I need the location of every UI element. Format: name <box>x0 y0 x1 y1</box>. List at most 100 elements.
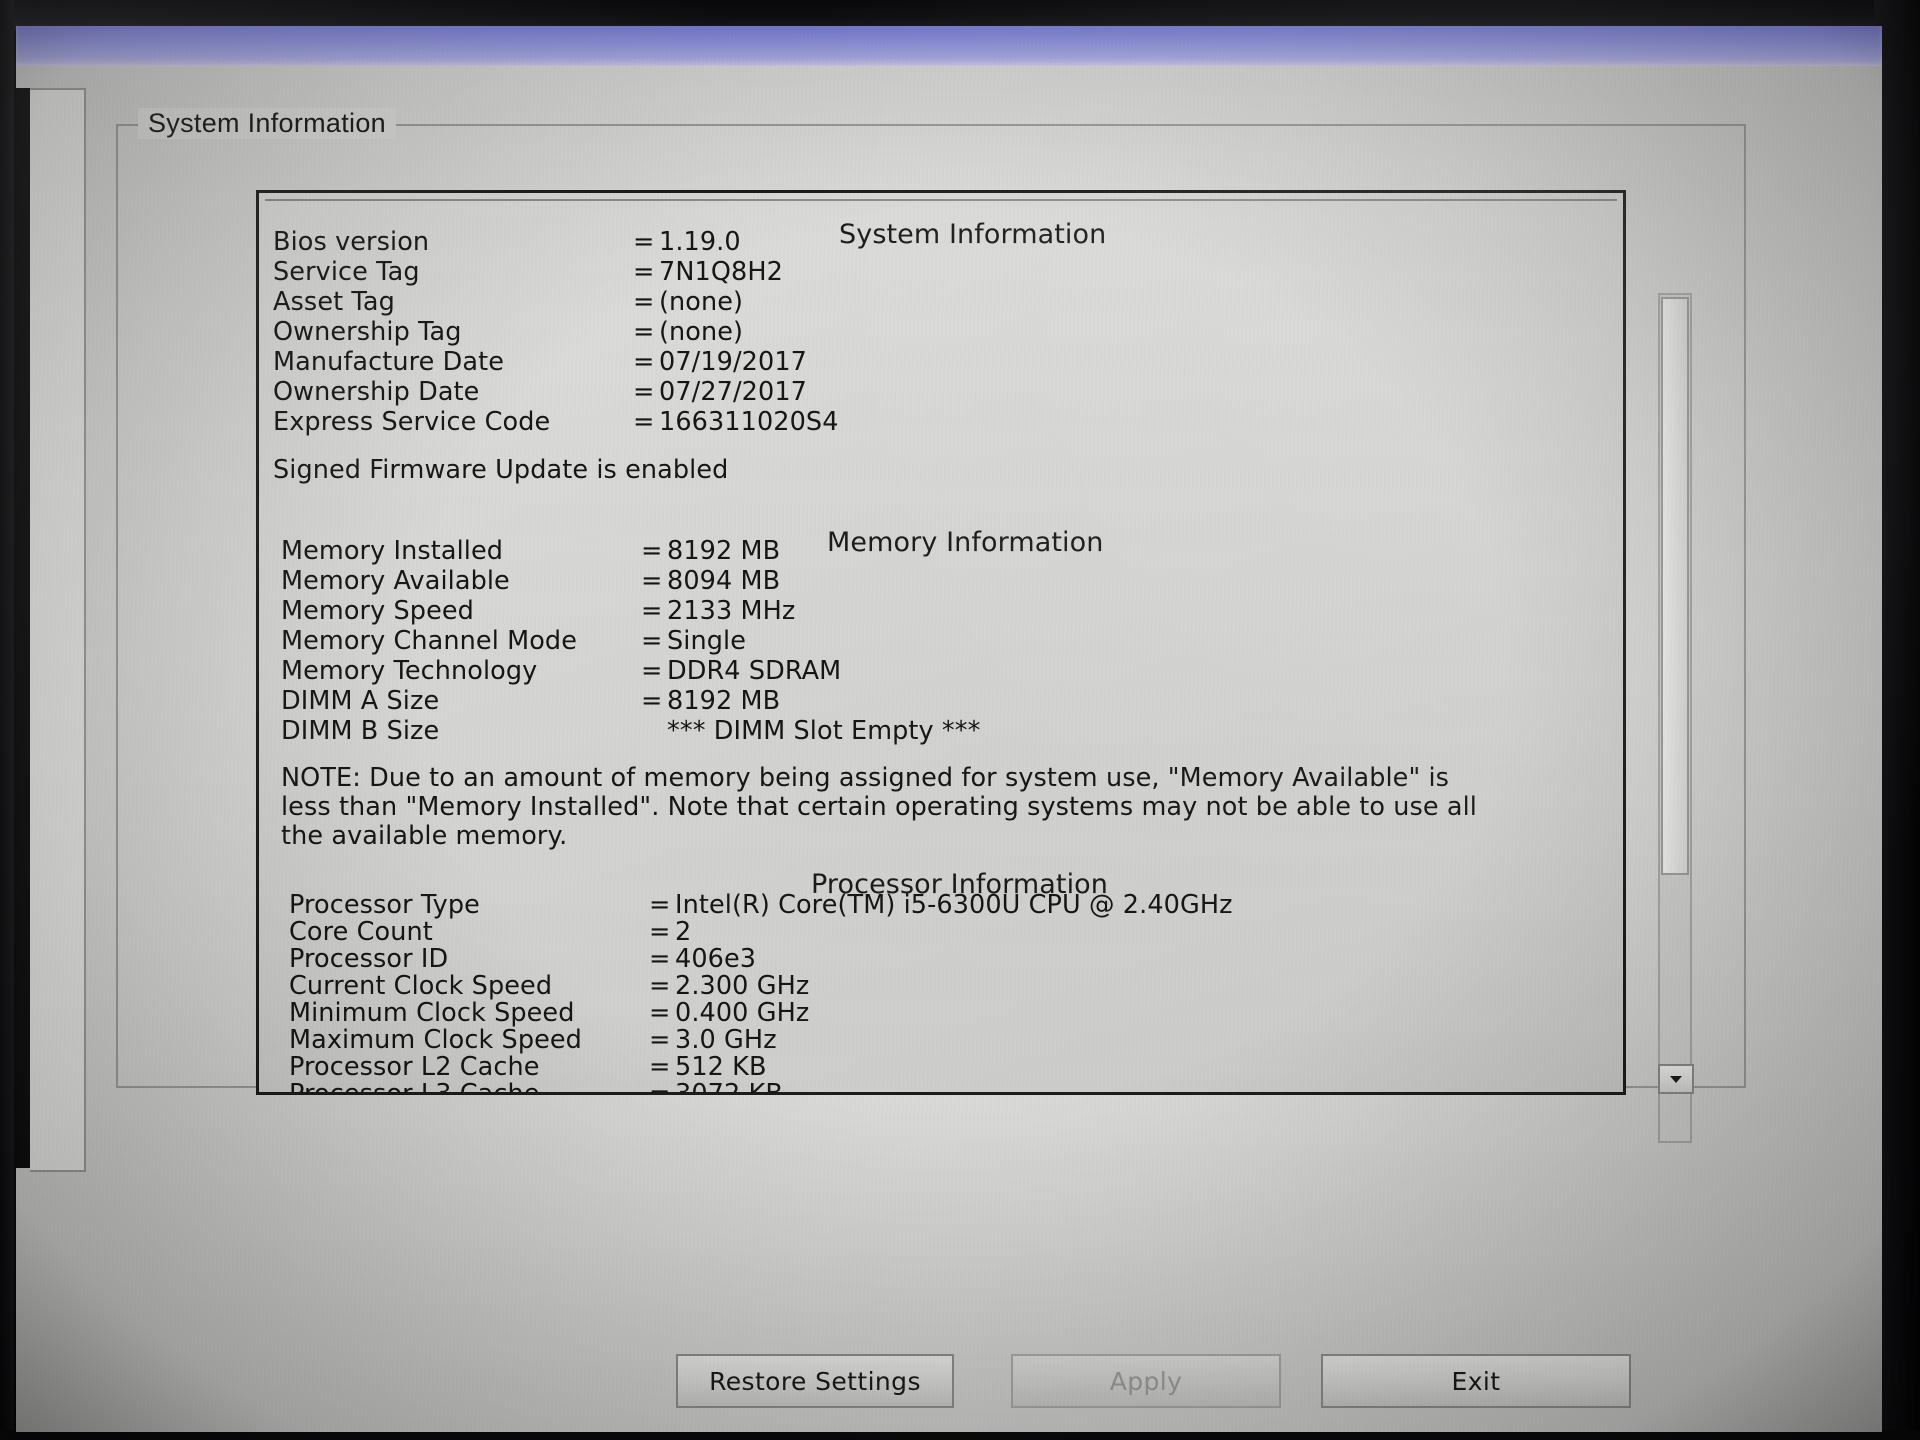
row-label: Processor Type <box>289 890 480 920</box>
bios-left-menu-panel[interactable] <box>16 88 86 1172</box>
row-equals: = <box>641 596 663 626</box>
row-value: 2.300 GHz <box>675 971 810 1001</box>
row-equals <box>641 716 667 746</box>
row-value: 8094 MB <box>667 566 781 596</box>
info-row: Core Count = 2 <box>289 917 691 947</box>
row-label: DIMM B Size <box>281 716 440 746</box>
row-value: (none) <box>659 317 744 347</box>
row-label: Processor ID <box>289 944 449 974</box>
info-row: Ownership Date = 07/27/2017 <box>273 377 807 407</box>
apply-button[interactable]: Apply <box>1011 1354 1281 1408</box>
row-label: Memory Installed <box>281 536 504 566</box>
row-value: 512 KB <box>675 1052 767 1082</box>
row-equals: = <box>649 971 671 1001</box>
info-row: Processor L3 Cache = 3072 KB <box>289 1079 783 1095</box>
row-value: 406e3 <box>675 944 757 974</box>
system-information-groupbox: System Information System Information Bi… <box>116 108 1746 1143</box>
info-row: Asset Tag = (none) <box>273 287 743 317</box>
row-value: 7N1Q8H2 <box>659 257 783 287</box>
bios-screen: System Information System Information Bi… <box>16 66 1882 1432</box>
row-equals: = <box>641 656 663 686</box>
info-row: Processor Type = Intel(R) Core(TM) i5-63… <box>289 890 1233 920</box>
row-equals: = <box>633 287 655 317</box>
row-value: 07/27/2017 <box>659 377 807 407</box>
info-row: Memory Speed = 2133 MHz <box>281 596 795 626</box>
exit-button[interactable]: Exit <box>1321 1354 1631 1408</box>
row-label: Memory Channel Mode <box>281 626 577 656</box>
info-row: Service Tag = 7N1Q8H2 <box>273 257 783 287</box>
row-value: 2 <box>675 917 692 947</box>
row-equals: = <box>641 536 663 566</box>
row-equals: = <box>649 1079 671 1095</box>
info-row: Express Service Code = 166311020S4 <box>273 407 839 437</box>
info-row: Current Clock Speed = 2.300 GHz <box>289 971 809 1001</box>
info-row: Memory Available = 8094 MB <box>281 566 780 596</box>
info-row: Minimum Clock Speed = 0.400 GHz <box>289 998 809 1028</box>
scrollbar-thumb[interactable] <box>1661 297 1689 875</box>
chevron-down-icon <box>1668 1073 1684 1085</box>
photographed-screen: System Information System Information Bi… <box>0 0 1920 1440</box>
row-equals: = <box>649 998 671 1028</box>
row-value: Single <box>667 626 746 656</box>
row-equals: = <box>649 1052 671 1082</box>
row-label: Ownership Date <box>273 377 480 407</box>
row-label: Maximum Clock Speed <box>289 1025 582 1055</box>
memory-note-paragraph: NOTE: Due to an amount of memory being a… <box>281 763 1477 851</box>
row-label: Service Tag <box>273 257 420 287</box>
system-information-content: System Information Bios version = 1.19.0… <box>259 193 1623 1092</box>
row-value: 2133 MHz <box>667 596 796 626</box>
row-value: 1.19.0 <box>659 227 741 257</box>
info-row: Processor L2 Cache = 512 KB <box>289 1052 767 1082</box>
laptop-bezel-left <box>0 0 14 1440</box>
restore-settings-button[interactable]: Restore Settings <box>676 1354 954 1408</box>
info-row: Manufacture Date = 07/19/2017 <box>273 347 807 377</box>
row-value: DDR4 SDRAM <box>667 656 842 686</box>
row-equals: = <box>641 626 663 656</box>
scroll-down-button[interactable] <box>1658 1064 1694 1094</box>
row-label: Core Count <box>289 917 433 947</box>
info-row: Maximum Clock Speed = 3.0 GHz <box>289 1025 777 1055</box>
row-label: Express Service Code <box>273 407 551 437</box>
row-label: Manufacture Date <box>273 347 505 377</box>
row-equals: = <box>633 257 655 287</box>
row-equals: = <box>641 686 663 716</box>
row-equals: = <box>633 407 655 437</box>
row-label: Memory Technology <box>281 656 538 686</box>
groupbox-legend: System Information <box>138 108 396 139</box>
row-value: 3072 KB <box>675 1079 783 1095</box>
row-label: Memory Speed <box>281 596 474 626</box>
info-row: Memory Channel Mode = Single <box>281 626 746 656</box>
content-scrollbar[interactable] <box>1658 293 1692 1143</box>
info-row: DIMM B Size *** DIMM Slot Empty *** <box>281 716 980 746</box>
row-label: DIMM A Size <box>281 686 440 716</box>
row-equals: = <box>633 317 655 347</box>
row-value: 166311020S4 <box>659 407 839 437</box>
section-title-system-information: System Information <box>839 219 1107 250</box>
row-value: 8192 MB <box>667 686 781 716</box>
row-label: Minimum Clock Speed <box>289 998 575 1028</box>
bios-left-menu-list[interactable] <box>30 88 86 1172</box>
row-equals: = <box>641 566 663 596</box>
row-value: 3.0 GHz <box>675 1025 777 1055</box>
row-label: Memory Available <box>281 566 510 596</box>
row-equals: = <box>649 917 671 947</box>
row-label: Processor L3 Cache <box>289 1079 540 1095</box>
row-equals: = <box>649 890 671 920</box>
row-label: Current Clock Speed <box>289 971 553 1001</box>
system-information-panel: System Information Bios version = 1.19.0… <box>256 190 1626 1095</box>
info-row: Processor ID = 406e3 <box>289 944 756 974</box>
row-value: Intel(R) Core(TM) i5-6300U CPU @ 2.40GHz <box>675 890 1233 920</box>
section-title-memory-information: Memory Information <box>827 527 1104 558</box>
row-label: Ownership Tag <box>273 317 462 347</box>
info-row: DIMM A Size = 8192 MB <box>281 686 780 716</box>
info-row: Memory Technology = DDR4 SDRAM <box>281 656 841 686</box>
row-label: Processor L2 Cache <box>289 1052 540 1082</box>
row-value: 07/19/2017 <box>659 347 807 377</box>
row-value: 8192 MB <box>667 536 781 566</box>
row-value: 0.400 GHz <box>675 998 810 1028</box>
row-value: *** DIMM Slot Empty *** <box>667 716 981 746</box>
info-row: Bios version = 1.19.0 <box>273 227 741 257</box>
row-label: Bios version <box>273 227 430 257</box>
row-equals: = <box>633 377 655 407</box>
row-label: Asset Tag <box>273 287 395 317</box>
